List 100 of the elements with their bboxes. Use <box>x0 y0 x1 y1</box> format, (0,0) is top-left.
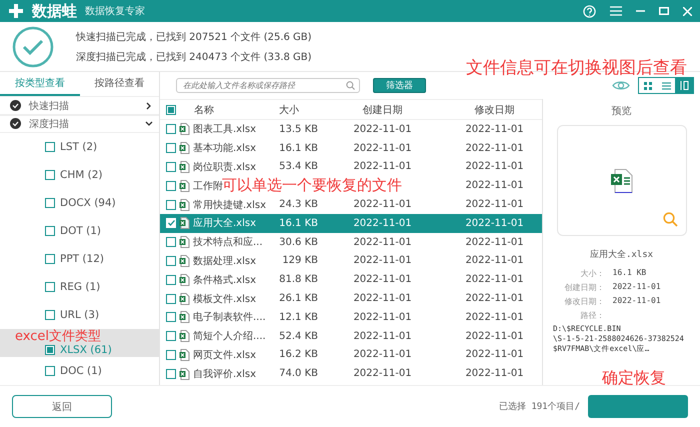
modified-date: 2022-11-01 <box>464 199 525 210</box>
eye-icon[interactable] <box>612 80 630 91</box>
view-tab[interactable]: 按类型查看 <box>0 72 80 96</box>
file-row[interactable]: 简短个人介绍.... 52.4 KB 2022-11-01 2022-11-01 <box>160 326 542 346</box>
created-date: 2022-11-01 <box>352 330 413 342</box>
checkbox[interactable] <box>166 200 176 210</box>
checkbox[interactable] <box>166 180 176 191</box>
checkbox[interactable] <box>166 368 176 379</box>
file-row[interactable]: 常用快捷键.xlsx 24.3 KB 2022-11-01 2022-11-01 <box>160 195 542 214</box>
checkbox[interactable] <box>45 282 55 292</box>
view-tab[interactable]: 按路径查看 <box>80 72 159 96</box>
file-row[interactable]: 岗位职责.xlsx 53.4 KB 2022-11-01 2022-11-01 <box>160 158 542 176</box>
close-icon[interactable] <box>683 6 692 16</box>
modified-date: 2022-11-01 <box>464 293 525 304</box>
created-date: 2022-11-01 <box>352 218 413 229</box>
column-header[interactable]: 大小 <box>260 102 318 116</box>
file-name: 条件格式.xlsx <box>193 274 256 287</box>
checkbox[interactable] <box>45 344 55 355</box>
file-type-label: LST (2) <box>60 140 98 153</box>
file-row[interactable]: 条件格式.xlsx 81.8 KB 2022-11-01 2022-11-01 <box>160 270 542 290</box>
created-date: 2022-11-01 <box>352 349 413 360</box>
file-row[interactable]: 应用大全.xlsx 16.1 KB 2022-11-01 2022-11-01 <box>160 214 542 233</box>
chevron-right-icon[interactable] <box>145 102 153 110</box>
file-type-item[interactable]: DOT (1) <box>0 216 159 245</box>
file-size: 74.0 KB <box>278 368 318 380</box>
preview-title: 预览 <box>612 105 632 118</box>
scan-group-row[interactable]: 深度扫描 <box>0 114 159 133</box>
filter-button[interactable]: 筛选器 <box>373 78 426 93</box>
created-date: 2022-11-01 <box>352 142 413 154</box>
checkbox[interactable] <box>166 124 176 134</box>
file-type-item[interactable]: REG (1) <box>0 272 159 301</box>
checkbox[interactable] <box>45 366 55 376</box>
file-type-item[interactable]: DOCX (94) <box>0 188 159 217</box>
modified-date: 2022-11-01 <box>464 312 525 323</box>
checkbox[interactable] <box>166 143 176 154</box>
checkbox[interactable] <box>45 226 55 236</box>
file-type-item[interactable]: PPT (12) <box>0 244 159 273</box>
file-row[interactable]: 基本功能.xlsx 16.1 KB 2022-11-01 2022-11-01 <box>160 138 542 158</box>
checkbox[interactable] <box>166 274 176 285</box>
spreadsheet-file-icon <box>179 217 190 230</box>
file-type-label: CHM (2) <box>60 168 102 181</box>
file-row[interactable]: 网页文件.xlsx 16.2 KB 2022-11-01 2022-11-01 <box>160 346 542 364</box>
detail-label: 创建日期： <box>564 282 604 293</box>
annotation-text: 文件信息可在切换视图后查看 <box>466 57 687 79</box>
checkbox[interactable] <box>45 254 55 264</box>
checkbox[interactable] <box>166 331 176 342</box>
modified-date: 2022-11-01 <box>464 161 525 172</box>
checkbox[interactable] <box>166 237 176 248</box>
search-icon[interactable] <box>662 212 678 227</box>
checkbox[interactable] <box>166 294 176 304</box>
file-type-label: REG (1) <box>60 280 100 293</box>
app-subtitle: 数据恢复专家 <box>85 4 145 18</box>
menu-icon[interactable] <box>610 6 622 16</box>
select-all-checkbox[interactable] <box>166 104 176 114</box>
checkbox[interactable] <box>45 170 55 180</box>
file-row[interactable]: 数据处理.xlsx 129 KB 2022-11-01 2022-11-01 <box>160 252 542 270</box>
search-field[interactable]: 在此处输入文件名称或保存路径 <box>176 78 360 93</box>
column-header[interactable]: 修改日期 <box>447 102 542 116</box>
checkbox[interactable] <box>45 198 55 208</box>
back-button[interactable]: 返回 <box>12 395 112 418</box>
scan-summary-text: 快速扫描已完成，已找到 207521 个文件 (25.6 GB) <box>76 30 312 44</box>
preview-file-name: 应用大全.xlsx <box>590 248 654 261</box>
check-circle-icon <box>10 100 21 112</box>
created-date: 2022-11-01 <box>352 236 413 248</box>
spreadsheet-file-icon <box>610 168 632 192</box>
spreadsheet-file-icon <box>179 274 190 286</box>
checkbox[interactable] <box>45 310 55 320</box>
scan-group-label: 快速扫描 <box>29 100 69 113</box>
chevron-down-icon[interactable] <box>145 120 153 128</box>
file-row[interactable]: 图表工具.xlsx 13.5 KB 2022-11-01 2022-11-01 <box>160 120 542 139</box>
file-row[interactable]: 模板文件.xlsx 26.1 KB 2022-11-01 2022-11-01 <box>160 289 542 308</box>
spreadsheet-file-icon <box>179 198 190 211</box>
view-mode-button[interactable] <box>675 78 693 93</box>
file-type-item[interactable]: CHM (2) <box>0 160 159 189</box>
file-type-item[interactable]: DOC (1) <box>0 356 159 385</box>
file-name: 常用快捷键.xlsx <box>193 198 266 212</box>
column-header[interactable]: 名称 <box>194 102 214 116</box>
detail-value: 16.1 KB <box>612 268 648 279</box>
created-date: 2022-11-01 <box>352 368 413 380</box>
help-icon[interactable] <box>583 4 596 18</box>
spreadsheet-file-icon <box>179 254 190 267</box>
checkbox[interactable] <box>166 162 176 172</box>
scan-group-row[interactable]: 快速扫描 <box>0 96 159 115</box>
file-row[interactable]: 技术特点和应... 30.6 KB 2022-11-01 2022-11-01 <box>160 232 542 252</box>
checkbox[interactable] <box>45 142 55 152</box>
file-row[interactable]: 工作附可以单选一个要恢复的文件 2022-11-01 <box>160 176 542 196</box>
file-type-item[interactable]: URL (3) <box>0 300 159 329</box>
detail-value: 2022-11-01 <box>612 296 662 307</box>
spreadsheet-file-icon <box>179 180 190 192</box>
checkbox[interactable] <box>166 256 176 266</box>
checkbox[interactable] <box>166 350 176 360</box>
checkbox[interactable] <box>166 312 176 322</box>
file-size: 52.4 KB <box>278 330 318 342</box>
file-row[interactable]: 自我评价.xlsx 74.0 KB 2022-11-01 2022-11-01 <box>160 364 542 384</box>
column-header[interactable]: 创建日期 <box>318 102 447 116</box>
app-logo-text: 数据蛙 <box>32 2 77 20</box>
file-row[interactable]: 电子制表软件.... 12.1 KB 2022-11-01 2022-11-01 <box>160 308 542 327</box>
created-date: 2022-11-01 <box>352 255 413 266</box>
maximize-icon[interactable] <box>659 7 669 15</box>
file-type-item[interactable]: LST (2) <box>0 132 159 161</box>
